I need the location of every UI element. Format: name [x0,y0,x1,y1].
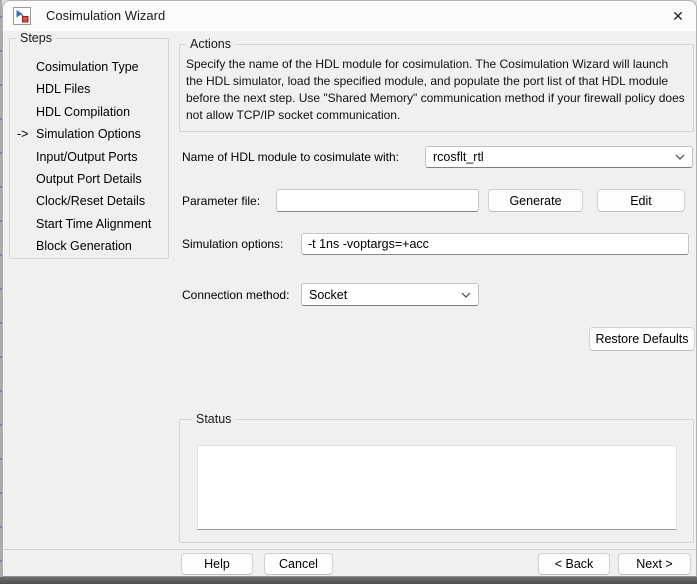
simulation-options-label: Simulation options: [182,233,283,255]
cancel-button[interactable]: Cancel [264,553,333,575]
back-button[interactable]: < Back [538,553,610,575]
current-step-marker: -> [17,123,28,145]
connection-method-label: Connection method: [182,284,289,306]
connection-method-value: Socket [309,288,347,302]
steps-group-label: Steps [16,31,56,46]
chevron-down-icon [461,292,471,298]
desktop-edge-bottom [0,577,697,584]
footer-divider [3,549,696,550]
simulink-model-icon [13,7,31,25]
next-button[interactable]: Next > [618,553,691,575]
chevron-down-icon [675,154,685,160]
actions-group: Actions Specify the name of the HDL modu… [179,44,694,132]
hdl-module-label: Name of HDL module to cosimulate with: [182,146,399,168]
restore-defaults-button[interactable]: Restore Defaults [589,327,695,351]
actions-description: Specify the name of the HDL module for c… [186,56,687,124]
step-item-block-generation: Block Generation [10,235,168,257]
steps-list: Cosimulation Type HDL Files HDL Compilat… [10,56,168,258]
status-group-label: Status [192,412,235,427]
parameter-file-input[interactable] [276,189,479,212]
step-item-hdl-files: HDL Files [10,78,168,100]
status-textarea [197,445,677,530]
help-button[interactable]: Help [181,553,253,575]
edit-button[interactable]: Edit [597,189,685,212]
generate-button[interactable]: Generate [488,189,583,212]
window-title: Cosimulation Wizard [46,1,165,31]
step-item-hdl-compilation: HDL Compilation [10,101,168,123]
parameter-file-label: Parameter file: [182,190,260,212]
step-item-cosimulation-type: Cosimulation Type [10,56,168,78]
simulation-options-input[interactable] [301,233,689,255]
connection-method-combobox[interactable]: Socket [301,283,479,306]
close-icon: ✕ [672,8,684,25]
step-item-start-time-alignment: Start Time Alignment [10,213,168,235]
status-group: Status [179,419,694,543]
step-item-input-output-ports: Input/Output Ports [10,146,168,168]
hdl-module-combobox[interactable]: rcosflt_rtl [425,146,693,168]
close-button[interactable]: ✕ [662,2,694,30]
step-item-clock-reset-details: Clock/Reset Details [10,190,168,212]
titlebar[interactable]: Cosimulation Wizard ✕ [3,1,696,31]
step-item-simulation-options: -> Simulation Options [10,123,168,145]
actions-group-label: Actions [186,37,235,52]
step-item-output-port-details: Output Port Details [10,168,168,190]
cosimulation-wizard-window: Cosimulation Wizard ✕ Steps Cosimulation… [2,0,697,577]
hdl-module-value: rcosflt_rtl [433,150,484,164]
steps-group: Steps Cosimulation Type HDL Files HDL Co… [9,38,169,259]
